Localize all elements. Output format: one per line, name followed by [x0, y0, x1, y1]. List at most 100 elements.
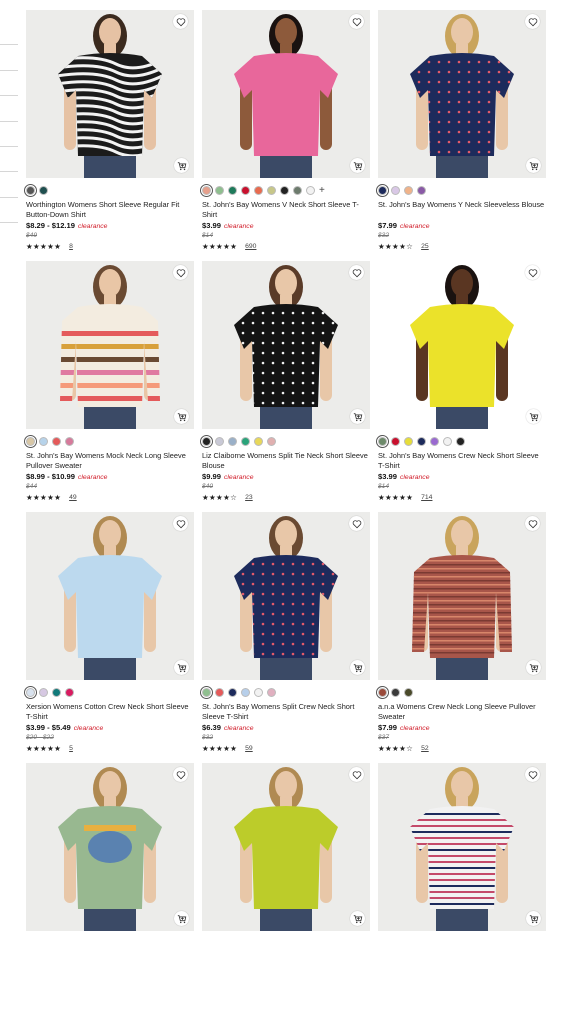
color-swatch[interactable]	[215, 687, 224, 697]
product-image[interactable]	[378, 763, 546, 931]
heart-icon[interactable]	[349, 516, 364, 531]
color-swatch[interactable]	[267, 687, 276, 697]
color-swatch[interactable]	[65, 687, 74, 697]
heart-icon[interactable]	[349, 265, 364, 280]
color-swatch[interactable]	[24, 434, 37, 448]
color-swatch[interactable]	[391, 436, 400, 446]
color-swatch[interactable]	[267, 436, 276, 446]
color-swatch[interactable]	[52, 687, 61, 697]
review-count-link[interactable]: 52	[421, 745, 429, 752]
product-image[interactable]	[378, 10, 546, 178]
product-title[interactable]: a.n.a Womens Crew Neck Long Sleeve Pullo…	[378, 702, 546, 721]
product-image[interactable]	[378, 261, 546, 429]
color-swatch[interactable]	[215, 185, 224, 195]
add-to-cart-icon[interactable]	[526, 409, 541, 424]
product-title[interactable]: Worthington Womens Short Sleeve Regular …	[26, 200, 194, 219]
heart-icon[interactable]	[173, 767, 188, 782]
add-to-cart-icon[interactable]	[526, 158, 541, 173]
color-swatch[interactable]	[306, 185, 315, 195]
color-swatch[interactable]	[241, 436, 250, 446]
color-swatch[interactable]	[376, 685, 389, 699]
review-count-link[interactable]: 8	[69, 243, 73, 250]
heart-icon[interactable]	[525, 516, 540, 531]
heart-icon[interactable]	[173, 516, 188, 531]
color-swatch[interactable]	[430, 436, 439, 446]
color-swatch[interactable]	[391, 185, 400, 195]
add-to-cart-icon[interactable]	[526, 911, 541, 926]
product-card[interactable]: St. John's Bay Womens Mock Neck Long Sle…	[24, 261, 194, 512]
product-card[interactable]	[26, 763, 194, 1014]
add-to-cart-icon[interactable]	[174, 660, 189, 675]
product-title[interactable]: St. John's Bay Womens V Neck Short Sleev…	[202, 200, 370, 219]
color-swatch[interactable]	[241, 687, 250, 697]
color-swatch[interactable]	[228, 687, 237, 697]
product-image[interactable]	[202, 10, 370, 178]
color-swatch[interactable]	[417, 436, 426, 446]
color-swatch[interactable]	[443, 436, 452, 446]
color-swatch[interactable]	[200, 685, 213, 699]
add-to-cart-icon[interactable]	[526, 660, 541, 675]
color-swatch[interactable]	[391, 687, 400, 697]
color-swatch[interactable]	[200, 434, 213, 448]
heart-icon[interactable]	[525, 265, 540, 280]
color-swatch[interactable]	[404, 687, 413, 697]
product-title[interactable]: St. John's Bay Womens Mock Neck Long Sle…	[26, 451, 194, 470]
color-swatch[interactable]	[267, 185, 276, 195]
add-to-cart-icon[interactable]	[350, 158, 365, 173]
review-count-link[interactable]: 5	[69, 745, 73, 752]
add-to-cart-icon[interactable]	[174, 409, 189, 424]
product-card[interactable]: St. John's Bay Womens Crew Neck Short Sl…	[376, 261, 546, 512]
color-swatch[interactable]	[39, 185, 48, 195]
color-swatch[interactable]	[254, 436, 263, 446]
product-card[interactable]: + St. John's Bay Womens V Neck Short Slee…	[200, 10, 370, 261]
add-to-cart-icon[interactable]	[174, 911, 189, 926]
color-swatch[interactable]	[241, 185, 250, 195]
color-swatch[interactable]	[456, 436, 465, 446]
more-colors-button[interactable]: +	[319, 185, 325, 195]
color-swatch[interactable]	[24, 685, 37, 699]
product-title[interactable]: Liz Claiborne Womens Split Tie Neck Shor…	[202, 451, 370, 470]
color-swatch[interactable]	[376, 183, 389, 197]
product-card[interactable]: St. John's Bay Womens Y Neck Sleeveless …	[376, 10, 546, 261]
review-count-link[interactable]: 49	[69, 494, 77, 501]
product-card[interactable]: a.n.a Womens Crew Neck Long Sleeve Pullo…	[376, 512, 546, 763]
color-swatch[interactable]	[228, 185, 237, 195]
heart-icon[interactable]	[349, 14, 364, 29]
color-swatch[interactable]	[376, 434, 389, 448]
product-image[interactable]	[202, 512, 370, 680]
product-title[interactable]: Xersion Womens Cotton Crew Neck Short Sl…	[26, 702, 194, 721]
product-card[interactable]: Worthington Womens Short Sleeve Regular …	[24, 10, 194, 261]
color-swatch[interactable]	[417, 185, 426, 195]
heart-icon[interactable]	[525, 14, 540, 29]
product-image[interactable]	[26, 512, 194, 680]
color-swatch[interactable]	[65, 436, 74, 446]
review-count-link[interactable]: 690	[245, 243, 256, 250]
product-image[interactable]	[378, 512, 546, 680]
heart-icon[interactable]	[173, 265, 188, 280]
product-card[interactable]: St. John's Bay Womens Split Crew Neck Sh…	[200, 512, 370, 763]
add-to-cart-icon[interactable]	[350, 660, 365, 675]
product-card[interactable]	[378, 763, 546, 1014]
color-swatch[interactable]	[280, 185, 289, 195]
review-count-link[interactable]: 59	[245, 745, 253, 752]
product-card[interactable]: Xersion Womens Cotton Crew Neck Short Sl…	[24, 512, 194, 763]
color-swatch[interactable]	[215, 436, 224, 446]
product-title[interactable]: St. John's Bay Womens Crew Neck Short Sl…	[378, 451, 546, 470]
review-count-link[interactable]: 25	[421, 243, 429, 250]
product-image[interactable]	[202, 261, 370, 429]
add-to-cart-icon[interactable]	[350, 409, 365, 424]
color-swatch[interactable]	[254, 687, 263, 697]
color-swatch[interactable]	[39, 687, 48, 697]
color-swatch[interactable]	[39, 436, 48, 446]
heart-icon[interactable]	[525, 767, 540, 782]
review-count-link[interactable]: 714	[421, 494, 432, 501]
add-to-cart-icon[interactable]	[174, 158, 189, 173]
review-count-link[interactable]: 23	[245, 494, 253, 501]
color-swatch[interactable]	[293, 185, 302, 195]
add-to-cart-icon[interactable]	[350, 911, 365, 926]
product-image[interactable]	[202, 763, 370, 931]
product-title[interactable]: St. John's Bay Womens Y Neck Sleeveless …	[378, 200, 546, 219]
product-image[interactable]	[26, 763, 194, 931]
product-image[interactable]	[26, 10, 194, 178]
product-card[interactable]	[202, 763, 370, 1014]
